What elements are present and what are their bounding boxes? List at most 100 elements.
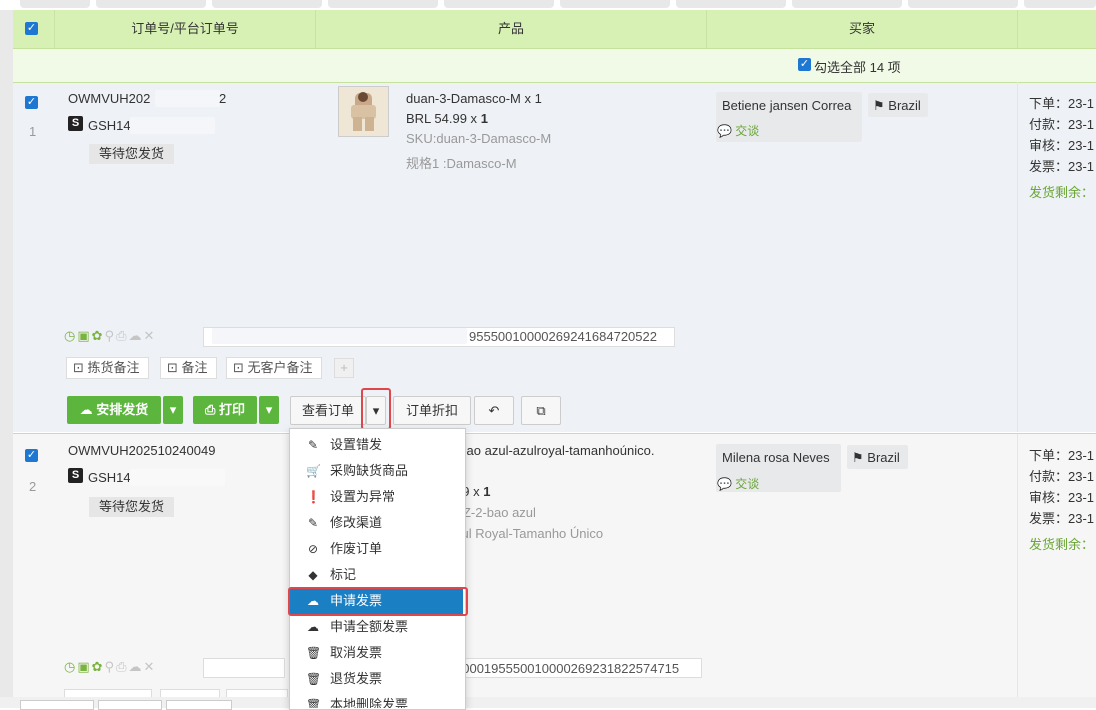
menu-item-set-abnormal[interactable]: ❗ 设置为异常 — [290, 484, 463, 510]
tab-stub[interactable] — [328, 0, 438, 8]
print-button[interactable]: ⎙ 打印 — [193, 396, 257, 424]
tab-stub[interactable] — [96, 0, 206, 8]
buyer-name[interactable]: Milena rosa Neves — [722, 450, 830, 465]
col-divider — [1017, 434, 1018, 708]
close-icon[interactable]: ✕ — [143, 328, 156, 343]
date-block: 下单：23-1 付款：23-1 审核：23-1 发票：23-1 发货剩余： — [1029, 445, 1094, 555]
date-row: 下单：23-1 — [1029, 93, 1094, 114]
arrange-dropdown-button[interactable]: ▾ — [163, 396, 183, 424]
menu-item-local-delete-invoice[interactable]: 🗑 本地删除发票 — [290, 692, 463, 708]
tracking-field[interactable] — [203, 658, 285, 678]
tab-stub[interactable] — [908, 0, 1018, 8]
menu-item-cancel-invoice[interactable]: 🗑 取消发票 — [290, 640, 463, 666]
order-discount-button[interactable]: 订单折扣 — [393, 396, 471, 425]
pick-note-button[interactable]: ⊡ 拣货备注 — [66, 357, 149, 379]
order-number[interactable]: OWMVUH202510240049 — [68, 443, 215, 458]
status-icons: ◷▣✿⚲⎙☁✕ — [64, 659, 156, 675]
caret-down-icon: ▾ — [265, 402, 273, 417]
status-badge: 等待您发货 — [89, 144, 175, 164]
product-title[interactable]: -bao azul-azulroyal-tamanhoúnico. — [455, 443, 654, 458]
menu-item-return-invoice[interactable]: 🗑 退货发票 — [290, 666, 463, 692]
tracking-number: 9555001000026924168472052‌2 — [469, 329, 657, 344]
cloud-icon[interactable]: ☁ — [128, 659, 143, 674]
menu-item-void-order[interactable]: ⊘ 作废订单 — [290, 536, 463, 562]
bottom-button[interactable] — [98, 700, 162, 710]
note-button[interactable]: ⊡ 备注 — [160, 357, 217, 379]
trash-icon: 🗑 — [306, 646, 322, 660]
copy-button[interactable]: ⧉ — [521, 396, 561, 425]
menu-item-apply-full-invoice[interactable]: ☁ 申请全额发票 — [290, 614, 463, 640]
print-dropdown-button[interactable]: ▾ — [259, 396, 279, 424]
tracking-number: 100019555001000026923182257471‌5 — [455, 661, 680, 676]
menu-item-purchase-out-of-stock[interactable]: 🛒 采购缺货商品 — [290, 458, 463, 484]
flag-icon: ⚑ — [873, 98, 885, 113]
exclamation-icon: ❗ — [306, 490, 321, 504]
printer-icon: ⎙ — [204, 402, 216, 417]
cloud-icon[interactable]: ☁ — [128, 328, 143, 343]
tab-stub[interactable] — [20, 0, 90, 8]
platform-order-number[interactable]: GSH14 — [88, 118, 131, 133]
add-note-button[interactable]: + — [334, 358, 354, 378]
gift-icon[interactable]: ✿ — [92, 659, 105, 674]
money-icon[interactable]: ▣ — [77, 328, 91, 343]
date-value: 23-1 — [1068, 96, 1095, 111]
country: ⚑ Brazil — [852, 450, 900, 466]
bottom-button[interactable] — [166, 700, 232, 710]
select-all-checkbox[interactable]: ✓ — [25, 22, 38, 35]
undo-icon: ↶ — [488, 403, 500, 418]
printer-icon[interactable]: ⎙ — [116, 659, 128, 674]
product-title[interactable]: duan-3-Damasco-M x 1 — [406, 91, 542, 106]
tab-stub[interactable] — [1024, 0, 1096, 8]
arrange-shipment-button[interactable]: ☁ 安排发货 — [67, 396, 161, 424]
order-number[interactable]: OWMVUH202 — [68, 91, 150, 106]
price-text: BRL 54.99 x — [406, 111, 481, 126]
buyer-name[interactable]: Betiene jansen Correa — [722, 98, 851, 113]
menu-item-modify-channel[interactable]: ✎ 修改渠道 — [290, 510, 463, 536]
flag-icon: ⚑ — [852, 450, 864, 465]
view-order-button[interactable]: 查看订单 — [290, 396, 366, 425]
bottom-scroll-area — [0, 697, 1096, 708]
clock-icon[interactable]: ◷ — [64, 659, 77, 674]
date-row: 下单：23-1 — [1029, 445, 1094, 466]
edit-icon: ✎ — [307, 438, 319, 452]
ban-icon: ⊘ — [307, 542, 319, 556]
date-label: 付款： — [1029, 117, 1069, 132]
order-checkbox[interactable]: ✓ — [25, 449, 38, 462]
annotation-highlight — [361, 388, 391, 430]
chat-label: 交谈 — [735, 124, 760, 138]
printer-icon[interactable]: ⎙ — [116, 328, 128, 343]
date-value: 23-1 — [1068, 490, 1095, 505]
gift-icon[interactable]: ✿ — [92, 328, 105, 343]
order-checkbox[interactable]: ✓ — [25, 96, 38, 109]
tab-stub[interactable] — [212, 0, 322, 8]
col-divider — [1017, 82, 1018, 432]
select-all-label[interactable]: 勾选全部 14 项 — [814, 57, 901, 76]
print-label: 打印 — [219, 402, 246, 417]
money-icon[interactable]: ▣ — [77, 659, 91, 674]
menu-item-set-wrong-shipment[interactable]: ✎ 设置错发 — [290, 432, 463, 458]
menu-item-mark[interactable]: ◆ 标记 — [290, 562, 463, 588]
tab-stub[interactable] — [676, 0, 786, 8]
location-icon[interactable]: ⚲ — [105, 659, 117, 674]
chat-link[interactable]: 💬 交谈 — [717, 475, 759, 492]
close-icon[interactable]: ✕ — [143, 659, 156, 674]
undo-button[interactable]: ↶ — [474, 396, 514, 425]
tab-stub[interactable] — [560, 0, 670, 8]
select-all-14-checkbox[interactable]: ✓ — [798, 58, 811, 71]
chat-link[interactable]: 💬 交谈 — [717, 122, 759, 139]
tag-icon: ◆ — [308, 568, 318, 582]
platform-order-number[interactable]: GSH14 — [88, 470, 131, 485]
date-block: 下单：23-1 付款：23-1 审核：23-1 发票：23-1 发货剩余： — [1029, 93, 1094, 203]
clock-icon[interactable]: ◷ — [64, 328, 77, 343]
redacted-mask — [155, 90, 220, 107]
bottom-button[interactable] — [20, 700, 94, 710]
date-row: 审核：23-1 — [1029, 135, 1094, 156]
tab-stub[interactable] — [444, 0, 554, 8]
tab-stub[interactable] — [792, 0, 902, 8]
date-label: 发票： — [1029, 511, 1069, 526]
location-icon[interactable]: ⚲ — [105, 328, 117, 343]
product-thumbnail[interactable] — [338, 86, 389, 137]
product-price: BRL 54.99 x 1 — [406, 111, 488, 126]
chat-label: 交谈 — [735, 477, 760, 491]
no-customer-note-button[interactable]: ⊡ 无客户备注 — [226, 357, 322, 379]
